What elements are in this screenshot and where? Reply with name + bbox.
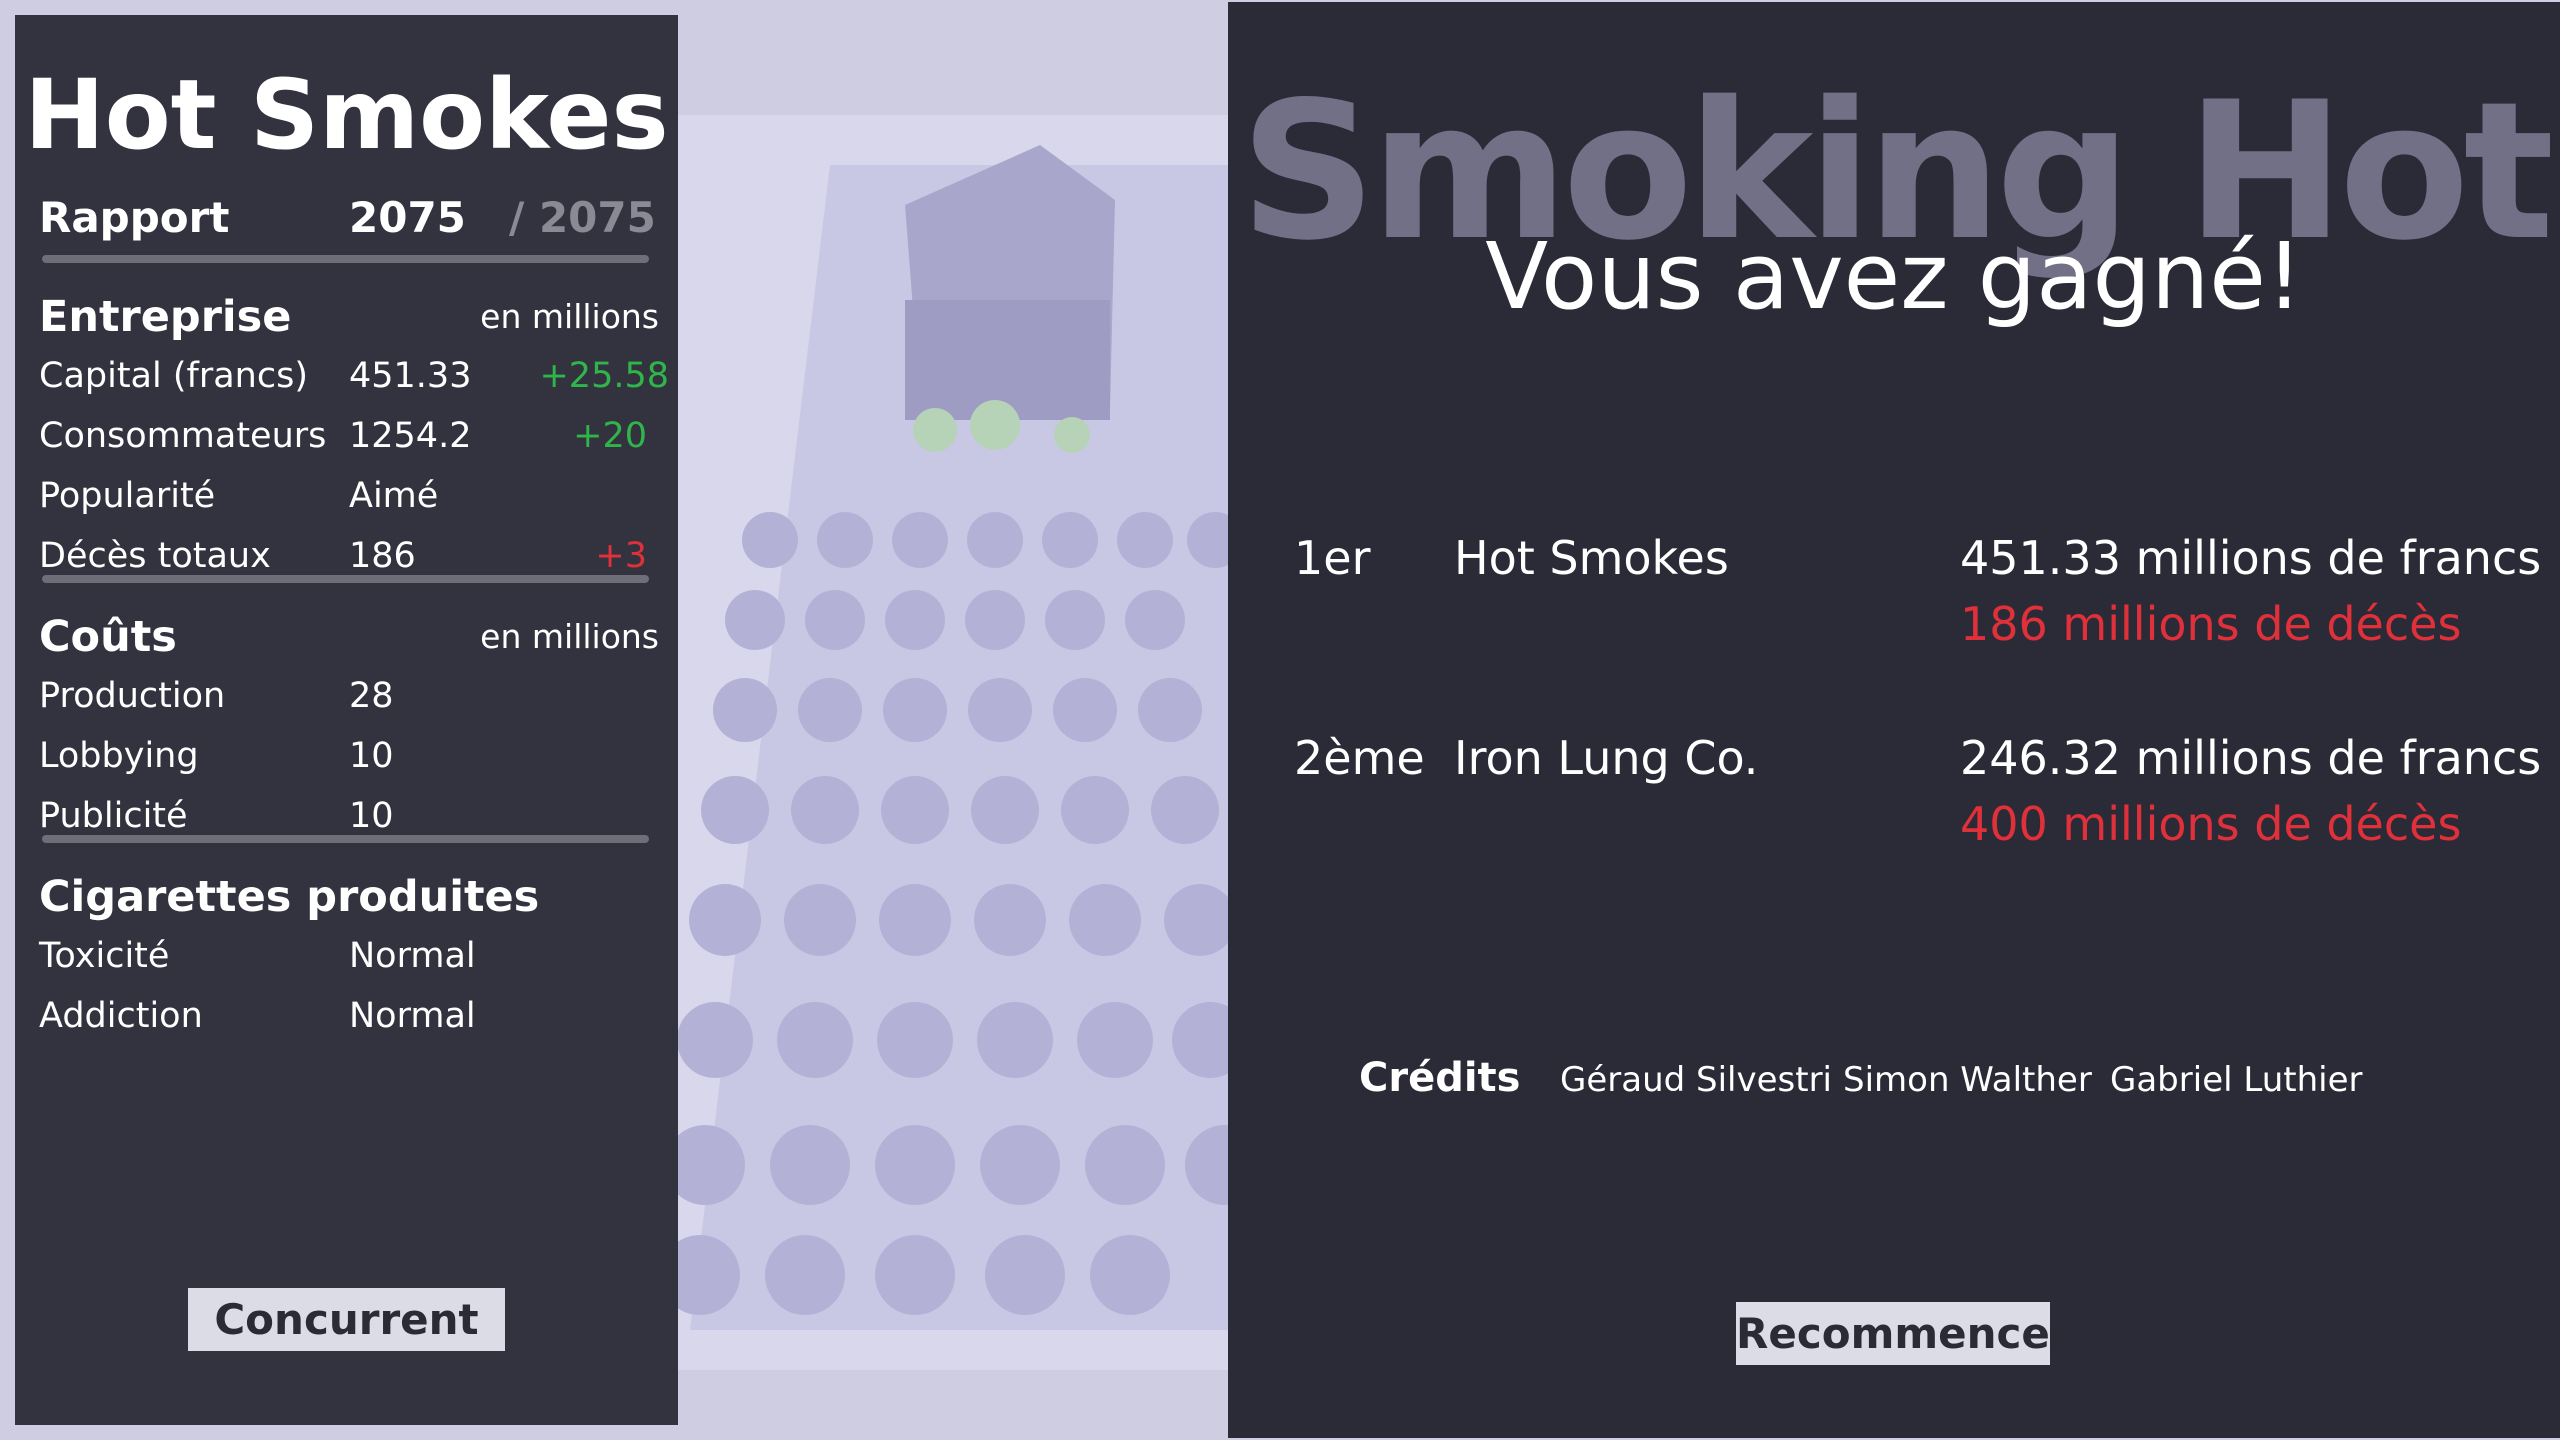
victory-message: Vous avez gagné! [1485,223,2303,330]
cost-row-lobbying: Lobbying 10 [39,728,659,784]
ranking-company: Iron Lung Co. [1454,731,1759,785]
company-title: Hot Smokes [24,59,669,171]
stat-label: Popularité [39,476,216,516]
stat-delta: +20 [573,416,647,456]
stat-value: Aimé [349,476,439,516]
cost-value: 28 [349,676,394,716]
cig-row-addiction: Addiction Normal [39,988,659,1044]
stat-row-consommateurs: Consommateurs 1254.2 +20 [39,408,659,464]
result-panel: Smoking Hot Vous avez gagné! 1er Hot Smo… [1228,2,2560,1438]
concurrent-button[interactable]: Concurrent [188,1288,505,1351]
couts-header: Coûts en millions [39,607,659,663]
cost-label: Production [39,676,226,716]
stat-value: 1254.2 [349,416,472,456]
credits-title: Crédits [1359,1055,1521,1101]
cigarettes-header: Cigarettes produites [39,867,659,923]
credit-name: Gabriel Luthier [2110,1060,2363,1100]
entreprise-unit: en millions [480,297,659,336]
stat-row-capital: Capital (francs) 451.33 +25.58 [39,348,669,404]
stat-label: Consommateurs [39,416,327,456]
credit-name: Géraud Silvestri [1560,1060,1832,1100]
stat-value: 451.33 [349,356,472,396]
stat-label: Capital (francs) [39,356,308,396]
cigarettes-title: Cigarettes produites [39,872,540,922]
report-year-row: Rapport 2075 / 2075 [39,188,659,244]
ranking-money: 246.32 millions de francs [1960,731,2542,785]
credit-name: Simon Walther [1843,1060,2092,1100]
divider [42,575,649,583]
couts-title: Coûts [39,612,177,662]
couts-unit: en millions [480,617,659,656]
cost-row-production: Production 28 [39,668,659,724]
ranking-position: 1er [1294,531,1371,585]
report-year-max: / 2075 [509,193,656,242]
cost-label: Lobbying [39,736,199,776]
cig-row-toxicite: Toxicité Normal [39,928,659,984]
cig-label: Toxicité [39,936,170,976]
ranking-money: 451.33 millions de francs [1960,531,2542,585]
entreprise-title: Entreprise [39,292,292,342]
ranking-company: Hot Smokes [1454,531,1729,585]
ranking-deaths: 400 millions de décès [1960,797,2462,851]
restart-button[interactable]: Recommencer [1736,1302,2071,1365]
cig-label: Addiction [39,996,203,1036]
report-year: 2075 [349,193,466,242]
divider [42,255,649,263]
entreprise-header: Entreprise en millions [39,287,659,343]
cost-value: 10 [349,736,394,776]
cig-value: Normal [349,936,476,976]
ranking-deaths: 186 millions de décès [1960,597,2462,651]
report-panel: Hot Smokes Rapport 2075 / 2075 Entrepris… [15,15,678,1425]
cig-value: Normal [349,996,476,1036]
report-label: Rapport [39,193,230,242]
divider [42,835,649,843]
ranking-position: 2ème [1294,731,1425,785]
stat-row-popularite: Popularité Aimé [39,468,659,524]
stat-delta: +25.58 [539,356,669,396]
